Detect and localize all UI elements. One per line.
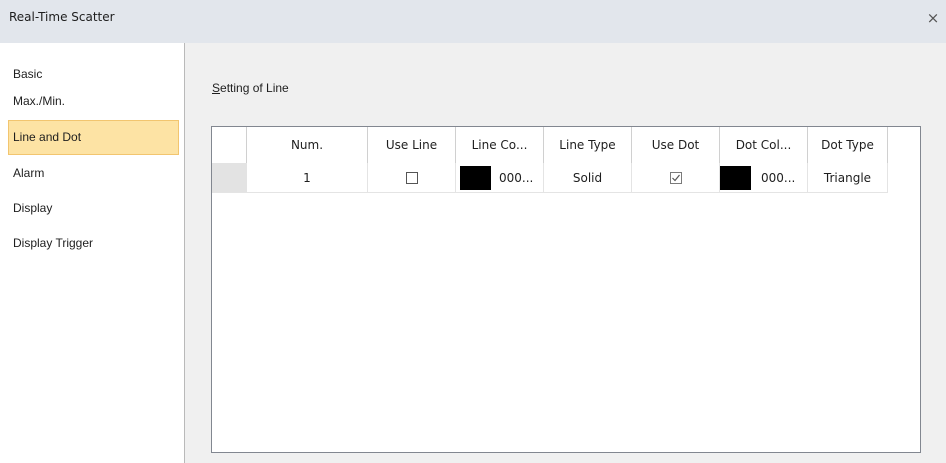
- section-label: Setting of Line: [212, 81, 289, 95]
- dot-color-value: 000...: [761, 171, 796, 185]
- cell-num[interactable]: 1: [247, 163, 368, 193]
- header-dot-color[interactable]: Dot Col...: [720, 127, 808, 163]
- section-label-text: etting of Line: [220, 81, 289, 95]
- section-label-access-key: S: [212, 81, 221, 95]
- header-use-line[interactable]: Use Line: [368, 127, 456, 163]
- header-use-dot[interactable]: Use Dot: [632, 127, 720, 163]
- cell-use-dot[interactable]: [632, 163, 720, 193]
- use-dot-checkbox[interactable]: [669, 171, 682, 184]
- header-num[interactable]: Num.: [247, 127, 368, 163]
- use-line-checkbox[interactable]: [405, 171, 418, 184]
- cell-dot-type[interactable]: Triangle: [808, 163, 888, 193]
- title-bar: Real-Time Scatter ×: [0, 0, 946, 43]
- dot-color-swatch: [720, 166, 751, 190]
- sidebar-item-alarm[interactable]: Alarm: [8, 156, 179, 191]
- header-line-color[interactable]: Line Co...: [456, 127, 544, 163]
- header-dot-type[interactable]: Dot Type: [808, 127, 888, 163]
- main-panel: Setting of Line Num. Use Line Line Co...…: [185, 43, 946, 463]
- check-icon: [671, 174, 680, 181]
- sidebar-item-max-min[interactable]: Max./Min.: [8, 84, 179, 119]
- window-title: Real-Time Scatter: [9, 10, 115, 24]
- cell-dot-color[interactable]: 000...: [720, 163, 808, 193]
- cell-line-type[interactable]: Solid: [544, 163, 632, 193]
- header-line-type[interactable]: Line Type: [544, 127, 632, 163]
- line-color-swatch: [460, 166, 491, 190]
- sidebar-item-display-trigger[interactable]: Display Trigger: [8, 226, 179, 261]
- sidebar: Basic Max./Min. Line and Dot Alarm Displ…: [0, 43, 185, 463]
- cell-line-color[interactable]: 000...: [456, 163, 544, 193]
- close-button[interactable]: ×: [924, 8, 942, 28]
- close-icon: ×: [926, 9, 940, 27]
- line-color-value: 000...: [499, 171, 534, 185]
- row-header[interactable]: [212, 163, 247, 193]
- sidebar-item-display[interactable]: Display: [8, 191, 179, 226]
- header-corner: [212, 127, 247, 163]
- sidebar-item-line-and-dot[interactable]: Line and Dot: [8, 120, 179, 155]
- cell-use-line[interactable]: [368, 163, 456, 193]
- line-dot-grid: Num. Use Line Line Co... Line Type Use D…: [211, 126, 921, 453]
